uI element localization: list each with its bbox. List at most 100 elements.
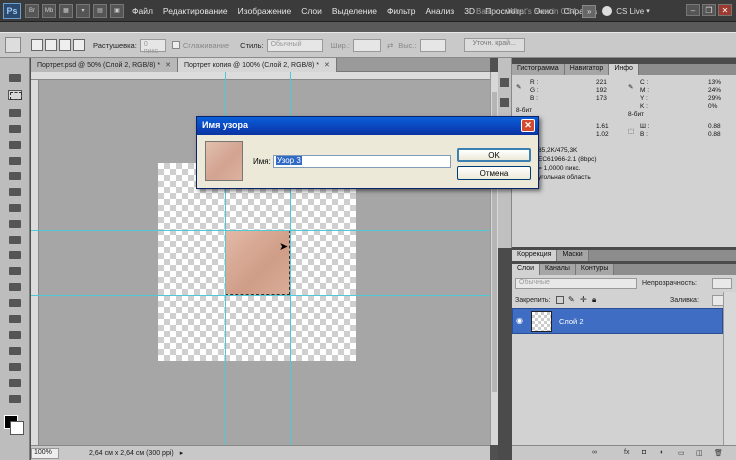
clone-stamp-tool-icon[interactable]: [8, 203, 22, 213]
refine-edge-button[interactable]: Уточн. край...: [463, 38, 525, 52]
eyedropper-tool-icon[interactable]: [8, 156, 22, 166]
subtract-selection-icon[interactable]: [59, 39, 71, 51]
pen-tool-icon[interactable]: [8, 298, 22, 308]
menu-filter[interactable]: Фильтр: [382, 6, 421, 16]
cs-live-label[interactable]: CS Live: [616, 7, 644, 16]
zoom-tool-icon[interactable]: [8, 394, 22, 404]
new-selection-icon[interactable]: [31, 39, 43, 51]
delete-layer-icon[interactable]: 🗑︎: [714, 449, 724, 458]
restore-icon[interactable]: ❐: [702, 4, 716, 16]
k-label: K :: [640, 103, 648, 110]
arrange-docs-icon[interactable]: ▤: [93, 3, 107, 18]
tab-portrait-copy[interactable]: Портрет копия @ 100% (Слой 2, RGB/8) * ✕: [178, 58, 337, 72]
ruler-vertical[interactable]: [31, 80, 39, 445]
workspace-more-icon[interactable]: »: [582, 4, 597, 18]
swap-icon[interactable]: ⇄: [387, 41, 393, 50]
background-color-swatch[interactable]: [10, 421, 24, 435]
path-select-tool-icon[interactable]: [8, 330, 22, 340]
zoom-field[interactable]: 100%: [31, 447, 59, 459]
minibridge-button[interactable]: Mb: [42, 3, 56, 18]
blur-tool-icon[interactable]: [8, 266, 22, 276]
ok-button[interactable]: OK: [457, 148, 531, 162]
tab-masks[interactable]: Маски: [557, 250, 589, 261]
close-tab-icon[interactable]: ✕: [324, 61, 330, 69]
pattern-name-input[interactable]: Узор 3: [273, 155, 451, 168]
shape-tool-icon[interactable]: [8, 346, 22, 356]
adjustments-tabs: Коррекция Маски: [512, 250, 736, 261]
workspace-basic[interactable]: Basic: [470, 7, 502, 16]
ruler-horizontal[interactable]: [31, 72, 490, 80]
dodge-tool-icon[interactable]: [8, 282, 22, 292]
dialog-titlebar[interactable]: Имя узора ✕: [197, 117, 538, 135]
link-layers-icon[interactable]: ∞: [592, 449, 602, 458]
add-mask-icon[interactable]: ◘: [642, 449, 652, 458]
guide-horizontal[interactable]: [31, 295, 490, 296]
guide-horizontal[interactable]: [31, 230, 490, 231]
visibility-eye-icon[interactable]: ◉: [516, 316, 526, 326]
tab-channels[interactable]: Каналы: [540, 264, 576, 275]
menu-layers[interactable]: Слои: [296, 6, 327, 16]
lock-paint-icon[interactable]: ✎: [568, 295, 575, 304]
panel-icon[interactable]: [500, 98, 509, 107]
cs-live-chevron-icon[interactable]: ▾: [646, 7, 650, 15]
adjustment-layer-icon[interactable]: ◐: [660, 449, 670, 458]
workspace-whats-new[interactable]: What's New in CS4: [502, 7, 583, 16]
height-input[interactable]: [419, 38, 446, 52]
eraser-tool-icon[interactable]: [8, 235, 22, 245]
panel-icon[interactable]: [500, 78, 509, 87]
layers-scrollbar[interactable]: [723, 292, 736, 445]
blend-mode-select[interactable]: Обычные: [515, 278, 637, 289]
new-layer-icon[interactable]: ◫: [696, 449, 706, 458]
menu-select[interactable]: Выделение: [327, 6, 382, 16]
close-icon[interactable]: ✕: [521, 119, 535, 132]
status-menu-icon[interactable]: ▸: [180, 449, 184, 457]
menu-edit[interactable]: Редактирование: [158, 6, 233, 16]
3d-rotate-tool-icon[interactable]: [8, 362, 22, 372]
lock-all-icon[interactable]: 🔒︎: [592, 295, 596, 305]
menu-analysis[interactable]: Анализ: [421, 6, 460, 16]
tab-histogram[interactable]: Гистограмма: [512, 64, 565, 75]
gradient-tool-icon[interactable]: [8, 250, 22, 260]
marquee-preset-icon[interactable]: [5, 37, 21, 53]
antialias-checkbox[interactable]: [171, 41, 180, 49]
healing-brush-tool-icon[interactable]: [8, 171, 22, 181]
marquee-tool-icon[interactable]: [8, 90, 22, 100]
style-select[interactable]: Обычный: [266, 38, 323, 52]
lock-transparency-icon[interactable]: [556, 296, 564, 304]
type-tool-icon[interactable]: [8, 314, 22, 324]
tab-info[interactable]: Инфо: [609, 64, 639, 75]
menu-image[interactable]: Изображение: [233, 6, 297, 16]
screen-mode-icon[interactable]: ▣: [110, 3, 124, 18]
opacity-input[interactable]: [712, 278, 732, 289]
extras-icon[interactable]: ▦: [59, 3, 73, 18]
layer-style-icon[interactable]: fx: [624, 449, 634, 458]
tab-portrait[interactable]: Портрет.psd @ 50% (Слой 2, RGB/8) * ✕: [31, 58, 178, 72]
lock-move-icon[interactable]: ✛: [580, 295, 587, 304]
quick-select-tool-icon[interactable]: [8, 124, 22, 134]
zoom-level-icon[interactable]: ▾: [76, 3, 90, 18]
menu-file[interactable]: Файл: [127, 6, 158, 16]
layer-row[interactable]: ◉ Слой 2: [512, 308, 723, 334]
bit-depth-right: 8-бит: [628, 111, 645, 118]
intersect-selection-icon[interactable]: [73, 39, 85, 51]
brush-tool-icon[interactable]: [8, 187, 22, 197]
lasso-tool-icon[interactable]: [8, 108, 22, 118]
move-tool-icon[interactable]: [8, 73, 22, 83]
width-input[interactable]: [352, 38, 381, 52]
tab-layers[interactable]: Слои: [512, 264, 541, 275]
bridge-button[interactable]: Br: [25, 3, 39, 18]
feather-input[interactable]: 0 пикс: [139, 38, 166, 55]
close-app-icon[interactable]: ✕: [718, 4, 732, 16]
tab-paths[interactable]: Контуры: [575, 264, 615, 275]
hand-tool-icon[interactable]: [8, 378, 22, 388]
add-selection-icon[interactable]: [45, 39, 57, 51]
history-brush-tool-icon[interactable]: [8, 219, 22, 229]
cancel-button[interactable]: Отмена: [457, 166, 531, 180]
layer-name[interactable]: Слой 2: [559, 317, 584, 326]
tab-adjustments[interactable]: Коррекция: [512, 250, 558, 261]
minimize-icon[interactable]: –: [686, 4, 700, 16]
tab-navigator[interactable]: Навигатор: [564, 64, 610, 75]
new-group-icon[interactable]: ▭: [678, 449, 688, 458]
crop-tool-icon[interactable]: [8, 140, 22, 150]
close-tab-icon[interactable]: ✕: [165, 61, 171, 69]
